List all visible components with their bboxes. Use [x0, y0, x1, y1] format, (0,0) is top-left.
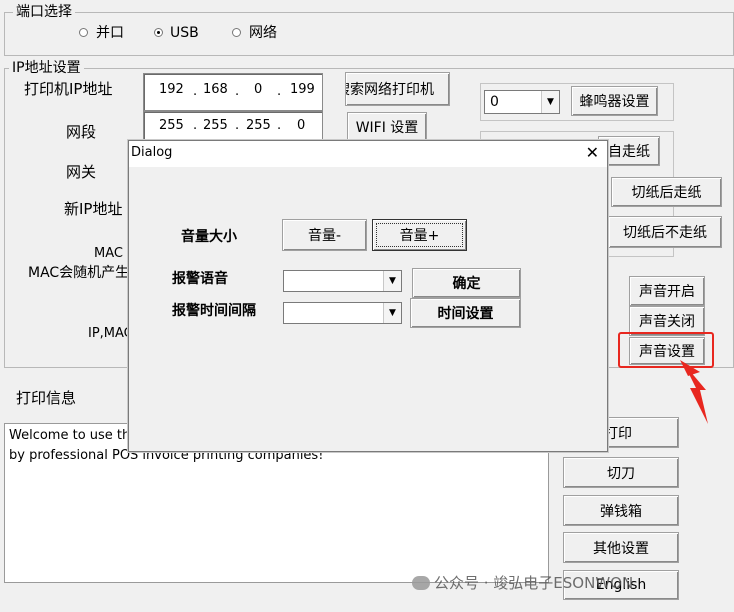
- mac-random-note: MAC会随机产生: [28, 265, 130, 281]
- watermark: 公众号 · 竣弘电子ESONWON: [412, 572, 633, 593]
- radio-network-label: 网络: [249, 25, 277, 41]
- radio-parallel-label: 并口: [96, 25, 124, 41]
- cutter-button[interactable]: 切刀: [563, 457, 679, 488]
- ip-dot: .: [277, 118, 282, 133]
- printer-ip-octet-4: 199: [290, 82, 315, 97]
- volume-up-button[interactable]: 音量+: [372, 219, 467, 251]
- chevron-down-icon: ▼: [541, 91, 559, 113]
- alarm-voice-select[interactable]: ▼: [283, 270, 402, 292]
- subnet-octet-1: 255: [159, 118, 184, 133]
- chevron-down-icon: ▼: [383, 271, 401, 291]
- subnet-octet-4: 0: [297, 118, 306, 133]
- dialog-titlebar[interactable]: Dialog ✕: [129, 141, 607, 167]
- chevron-down-icon: ▼: [383, 303, 401, 323]
- subnet-input[interactable]: 255 . 255 . 255 . 0: [143, 111, 323, 141]
- wechat-icon: [412, 576, 430, 590]
- radio-parallel[interactable]: [79, 28, 88, 37]
- printer-ip-octet-2: 168: [203, 82, 228, 97]
- confirm-button[interactable]: 确定: [412, 268, 521, 298]
- mac-label: MAC: [94, 246, 123, 261]
- buzzer-select-value: 0: [490, 94, 499, 110]
- ip-dot: .: [235, 118, 240, 133]
- close-icon[interactable]: ✕: [586, 144, 599, 162]
- red-arrow-icon: [680, 360, 708, 424]
- printer-ip-label: 打印机IP地址: [24, 80, 113, 98]
- ip-mac-label: IP,MAC: [88, 326, 133, 341]
- cut-no-feed-button[interactable]: 切纸后不走纸: [608, 216, 722, 248]
- radio-usb-label: USB: [170, 25, 199, 41]
- printer-ip-input[interactable]: 192 . 168 . 0 . 199: [143, 73, 323, 111]
- printer-ip-octet-3: 0: [254, 82, 263, 97]
- subnet-octet-3: 255: [246, 118, 271, 133]
- subnet-octet-2: 255: [203, 118, 228, 133]
- cash-drawer-button[interactable]: 弹钱箱: [563, 495, 679, 526]
- printer-ip-octet-1: 192: [159, 82, 184, 97]
- time-settings-button[interactable]: 时间设置: [410, 298, 521, 328]
- volume-label: 音量大小: [181, 229, 237, 245]
- buzzer-select[interactable]: 0 ▼: [484, 90, 560, 114]
- watermark-text: 公众号 · 竣弘电子ESONWON: [434, 574, 634, 592]
- wifi-settings-button[interactable]: WIFI 设置: [347, 112, 427, 142]
- other-settings-button[interactable]: 其他设置: [563, 532, 679, 563]
- ip-dot: .: [193, 118, 198, 133]
- ip-group-legend: IP地址设置: [9, 59, 84, 77]
- alarm-voice-label: 报警语音: [172, 271, 228, 287]
- subnet-label: 网段: [66, 123, 97, 141]
- volume-down-button[interactable]: 音量-: [282, 219, 367, 251]
- alarm-interval-label: 报警时间间隔: [172, 303, 256, 319]
- new-ip-label: 新IP地址: [64, 200, 123, 218]
- alarm-interval-select[interactable]: ▼: [283, 302, 402, 324]
- radio-usb[interactable]: [154, 28, 163, 37]
- radio-network[interactable]: [232, 28, 241, 37]
- buzzer-settings-button[interactable]: 蜂鸣器设置: [571, 86, 658, 116]
- search-network-printer-button[interactable]: 搜索网络打印机: [345, 72, 450, 106]
- print-info-label: 打印信息: [16, 389, 77, 407]
- ip-dot: .: [277, 84, 282, 99]
- ip-dot: .: [193, 84, 198, 99]
- port-group-legend: 端口选择: [13, 3, 75, 21]
- cut-after-feed-button[interactable]: 切纸后走纸: [611, 177, 722, 207]
- dialog-title: Dialog: [131, 145, 173, 160]
- sound-on-button[interactable]: 声音开启: [629, 276, 705, 306]
- ip-dot: .: [235, 84, 240, 99]
- sound-dialog: Dialog ✕ 音量大小 音量- 音量+ 报警语音 ▼ 确定 报警时间间隔 ▼…: [128, 140, 608, 452]
- gateway-label: 网关: [66, 163, 97, 181]
